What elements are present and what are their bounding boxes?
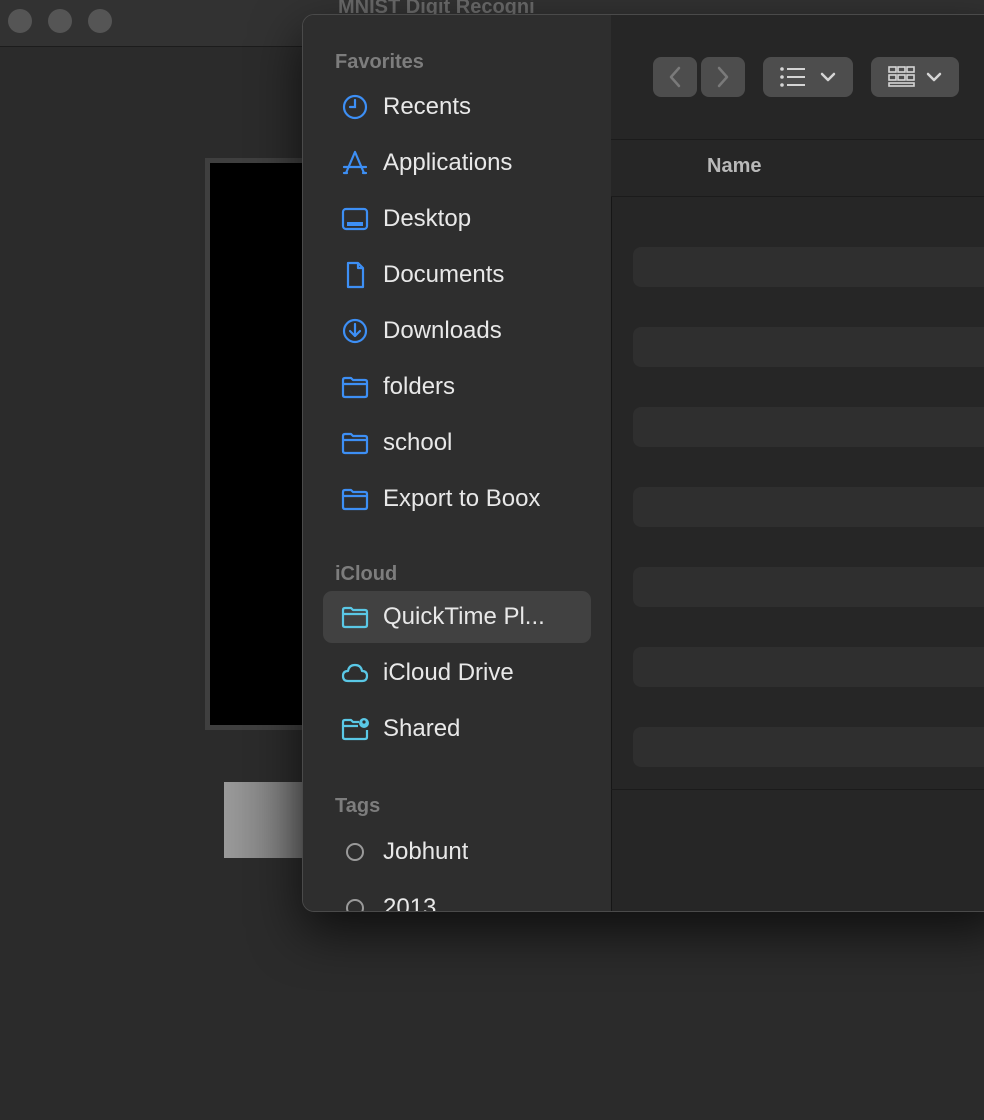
sidebar-item-recents[interactable]: Recents: [323, 81, 591, 133]
column-header: Name: [611, 139, 984, 197]
name-column-header[interactable]: Name: [707, 155, 761, 178]
desktop-icon: [339, 203, 371, 235]
chevron-down-icon: [820, 72, 836, 82]
section-title-icloud: iCloud: [335, 563, 398, 585]
sidebar: Favorites Recents Applications Desktop Docu…: [303, 15, 612, 911]
sidebar-item-label: Downloads: [383, 317, 502, 344]
shared-folder-icon: [339, 713, 371, 745]
list-item[interactable]: [633, 327, 984, 367]
list-item[interactable]: [633, 247, 984, 287]
list-item[interactable]: [633, 567, 984, 607]
list-divider: [611, 789, 984, 790]
sidebar-item-label: Desktop: [383, 205, 472, 232]
zoom-window-button[interactable]: [88, 9, 112, 33]
tag-circle-icon: [339, 892, 371, 911]
list-item[interactable]: [633, 487, 984, 527]
tag-circle-icon: [339, 836, 371, 868]
sidebar-item-label: folders: [383, 373, 456, 400]
sidebar-item-label: Jobhunt: [383, 838, 469, 865]
chevron-left-icon: [669, 66, 681, 88]
sidebar-item-label: Documents: [383, 261, 505, 288]
sidebar-item-label: school: [383, 429, 453, 456]
drawing-canvas[interactable]: [205, 158, 315, 730]
sidebar-item-label: Recents: [383, 93, 472, 120]
cloud-icon: [339, 657, 371, 689]
section-title-tags: Tags: [335, 795, 381, 817]
back-button[interactable]: [653, 57, 697, 97]
folder-icon: [339, 601, 371, 633]
list-item[interactable]: [633, 647, 984, 687]
sidebar-item-desktop[interactable]: Desktop: [323, 193, 591, 245]
sidebar-item-label: Applications: [383, 149, 513, 176]
folder-icon: [339, 483, 371, 515]
sidebar-item-downloads[interactable]: Downloads: [323, 305, 591, 357]
sidebar-item-jobhunt[interactable]: Jobhunt: [323, 826, 591, 878]
list-item[interactable]: [633, 407, 984, 447]
open-file-panel: Favorites Recents Applications Desktop Docu…: [302, 14, 984, 912]
file-list: [611, 195, 984, 791]
clock-icon: [339, 91, 371, 123]
folder-icon: [339, 371, 371, 403]
sidebar-item-folders[interactable]: folders: [323, 361, 591, 413]
sidebar-item-label: Export to Boox: [383, 485, 541, 512]
list-item[interactable]: [633, 727, 984, 767]
sidebar-item-label: Shared: [383, 715, 461, 742]
folder-icon: [339, 427, 371, 459]
sidebar-item-quicktime-pl[interactable]: QuickTime Pl...: [323, 591, 591, 643]
sidebar-item-applications[interactable]: Applications: [323, 137, 591, 189]
group-by-button[interactable]: [871, 57, 959, 97]
download-icon: [339, 315, 371, 347]
applications-icon: [339, 147, 371, 179]
view-list-button[interactable]: [763, 57, 853, 97]
chevron-down-icon: [926, 72, 942, 82]
section-title-favorites: Favorites: [335, 51, 424, 73]
sidebar-item-export-to-boox[interactable]: Export to Boox: [323, 473, 591, 525]
sidebar-item-documents[interactable]: Documents: [323, 249, 591, 301]
document-icon: [339, 259, 371, 291]
sidebar-item-label: 2013: [383, 894, 437, 911]
forward-button[interactable]: [701, 57, 745, 97]
background-button[interactable]: [224, 782, 314, 858]
toolbar: [611, 15, 984, 139]
sidebar-item-school[interactable]: school: [323, 417, 591, 469]
grid-icon: [888, 66, 915, 87]
minimize-window-button[interactable]: [48, 9, 72, 33]
list-view-icon: [780, 67, 805, 87]
close-window-button[interactable]: [8, 9, 32, 33]
chevron-right-icon: [717, 66, 729, 88]
sidebar-item-shared[interactable]: Shared: [323, 703, 591, 755]
sidebar-item-label: QuickTime Pl...: [383, 603, 545, 630]
sidebar-item-label: iCloud Drive: [383, 659, 514, 686]
sidebar-item-2013[interactable]: 2013: [323, 882, 591, 911]
sidebar-item-icloud-drive[interactable]: iCloud Drive: [323, 647, 591, 699]
